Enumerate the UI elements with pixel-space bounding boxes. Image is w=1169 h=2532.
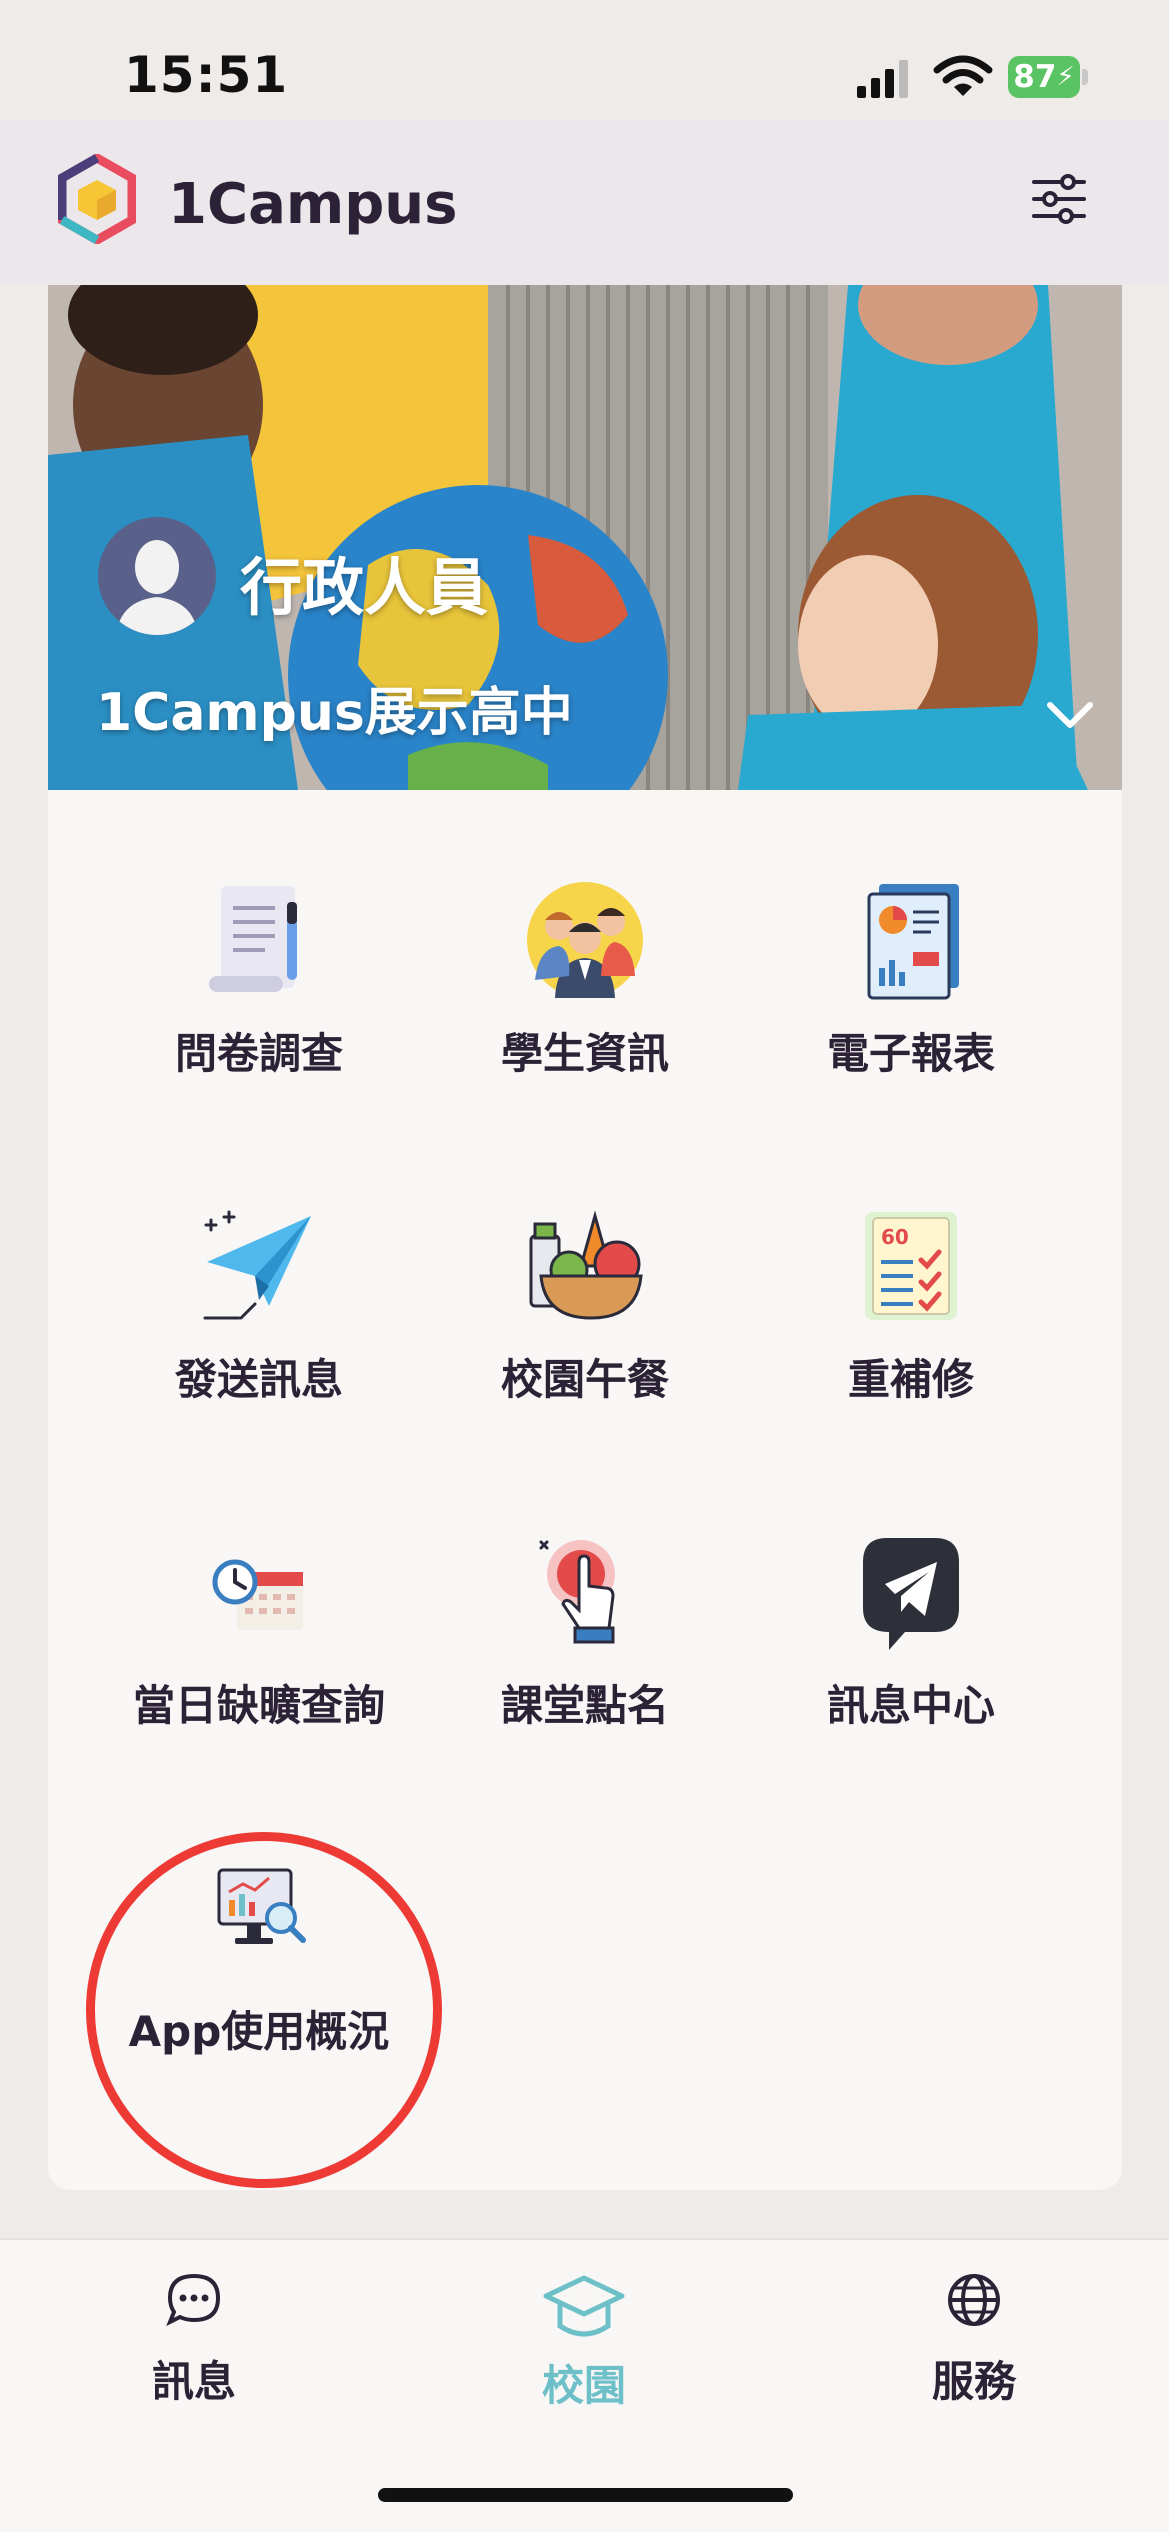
status-time: 15:51	[124, 46, 289, 104]
avatar	[98, 517, 216, 635]
app-label: 問卷調查	[174, 1029, 343, 1078]
graduation-cap-icon	[543, 2275, 625, 2337]
app-header: 1Campus	[0, 120, 1169, 285]
tab-label: 訊息	[151, 2357, 236, 2406]
app-label: 當日缺曠查詢	[132, 1681, 385, 1730]
app-label: 重補修	[847, 1355, 974, 1404]
app-tile-school-lunch[interactable]: 校園午餐	[435, 1176, 735, 1446]
svg-text:60: 60	[881, 1225, 909, 1249]
app-label: 課堂點名	[500, 1681, 669, 1730]
app-tile-student-info[interactable]: 學生資訊	[435, 850, 735, 1120]
app-label: App使用概況	[128, 2007, 390, 2056]
monitor-analytics-icon	[217, 1868, 306, 1944]
graded-paper-icon: 60	[865, 1212, 957, 1320]
user-silhouette-icon	[116, 540, 198, 635]
app-tile-send-message[interactable]: 發送訊息	[109, 1176, 409, 1446]
tab-campus[interactable]: 校園	[484, 2274, 684, 2424]
report-document-icon	[867, 884, 959, 1000]
app-title: 1Campus	[168, 172, 458, 237]
app-grid: 問卷調查 學生資訊 電子報表 發送訊息 校園午餐 60 重補修 當日缺曠查詢 課…	[48, 790, 1122, 2190]
home-indicator[interactable]	[378, 2488, 793, 2502]
app-tile-makeup-class[interactable]: 60 重補修	[761, 1176, 1061, 1446]
app-label: 發送訊息	[174, 1355, 343, 1404]
tab-label: 校園	[541, 2361, 626, 2410]
app-tile-app-usage[interactable]: App使用概況	[109, 1828, 409, 2098]
app-label: 校園午餐	[500, 1355, 669, 1404]
user-role: 行政人員	[240, 551, 489, 624]
tab-label: 服務	[931, 2357, 1016, 2406]
paper-plane-icon	[203, 1210, 311, 1320]
tab-messages[interactable]: 訊息	[94, 2270, 294, 2420]
app-label: 訊息中心	[826, 1681, 995, 1730]
tab-services[interactable]: 服務	[874, 2270, 1074, 2420]
chevron-down-icon[interactable]	[1044, 695, 1096, 735]
tap-button-icon	[539, 1540, 615, 1644]
chat-bubble-icon	[166, 2273, 221, 2327]
battery-icon: 87 ⚡	[1008, 56, 1088, 98]
wifi-icon	[933, 55, 993, 96]
school-banner[interactable]: 行政人員 1Campus展示高中	[48, 285, 1122, 790]
clock-calendar-icon	[212, 1559, 303, 1630]
app-tile-e-report[interactable]: 電子報表	[761, 850, 1061, 1120]
school-name: 1Campus展示高中	[96, 683, 573, 743]
app-tile-survey[interactable]: 問卷調查	[109, 850, 409, 1120]
globe-icon	[948, 2274, 1000, 2326]
app-label: 學生資訊	[500, 1029, 669, 1078]
cellular-signal-icon	[857, 60, 908, 98]
1campus-logo-icon	[58, 154, 136, 244]
app-tile-roll-call[interactable]: 課堂點名	[435, 1502, 735, 1772]
telegram-icon	[863, 1538, 959, 1650]
student-group-icon	[527, 882, 643, 998]
battery-level: 87	[1013, 59, 1057, 95]
app-tile-message-center[interactable]: 訊息中心	[761, 1502, 1061, 1772]
app-label: 電子報表	[826, 1029, 995, 1078]
survey-scroll-icon	[209, 886, 297, 992]
app-tile-absence-query[interactable]: 當日缺曠查詢	[109, 1502, 409, 1772]
lunch-bowl-icon	[529, 1210, 643, 1320]
filter-settings-button[interactable]	[1030, 172, 1088, 226]
status-bar: 15:51 87 ⚡	[0, 0, 1169, 130]
